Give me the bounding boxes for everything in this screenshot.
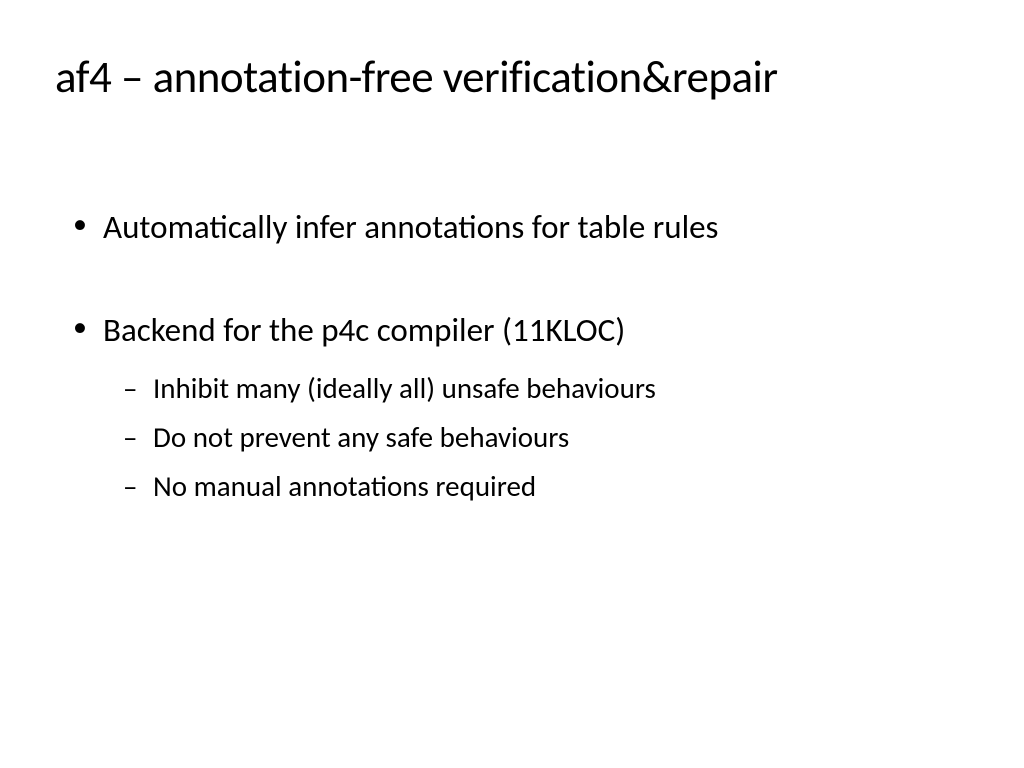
sub-list-item: No manual annotations required [153,464,969,509]
sub-list-item: Do not prevent any safe behaviours [153,415,969,460]
bullet-list: Automatically infer annotations for tabl… [55,205,969,509]
list-item: Automatically infer annotations for tabl… [103,205,969,250]
slide-title: af4 – annotation-free verification&repai… [55,50,969,105]
list-item: Backend for the p4c compiler (11KLOC) In… [103,308,969,509]
bullet-text: Backend for the p4c compiler (11KLOC) [103,310,625,350]
sub-bullet-list: Inhibit many (ideally all) unsafe behavi… [103,366,969,509]
sub-bullet-text: Inhibit many (ideally all) unsafe behavi… [153,370,656,406]
sub-bullet-text: Do not prevent any safe behaviours [153,419,569,455]
sub-bullet-text: No manual annotations required [153,468,536,504]
bullet-text: Automatically infer annotations for tabl… [103,207,718,247]
sub-list-item: Inhibit many (ideally all) unsafe behavi… [153,366,969,411]
